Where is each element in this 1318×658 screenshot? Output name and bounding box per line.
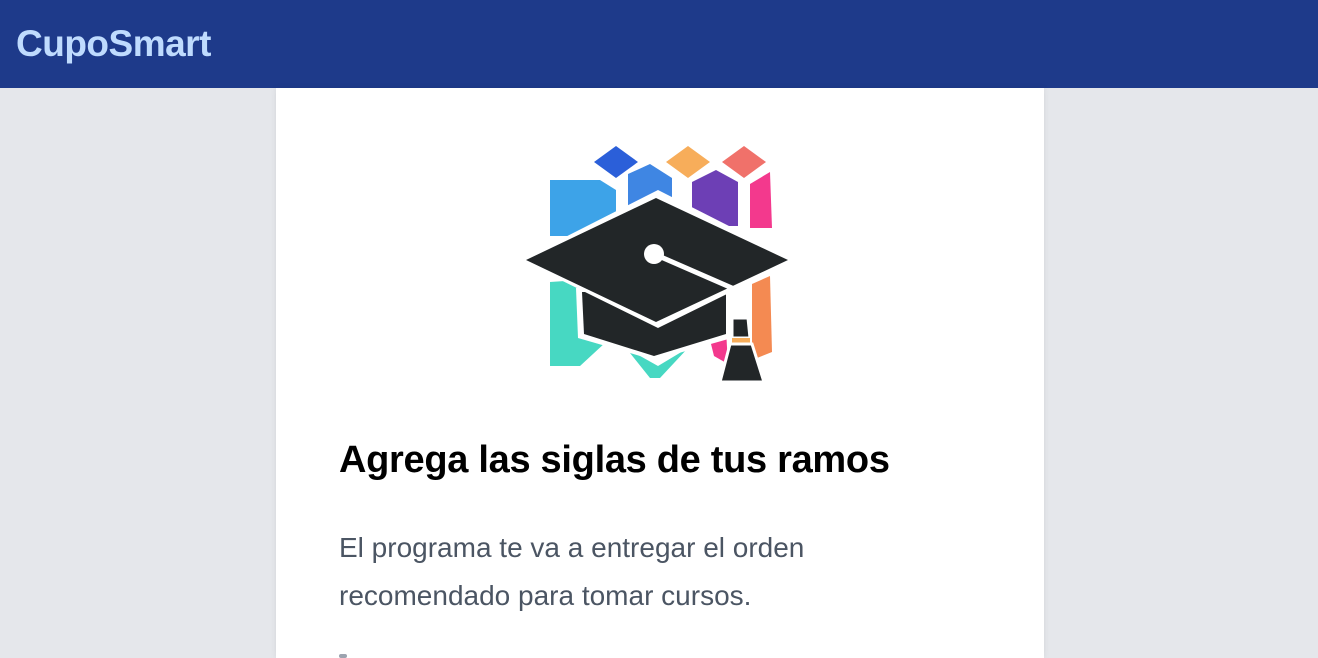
- top-navbar: CupoSmart: [0, 0, 1318, 88]
- brand-logo-text[interactable]: CupoSmart: [16, 22, 211, 66]
- page-description: El programa te va a entregar el orden re…: [339, 524, 939, 620]
- page-title: Agrega las siglas de tus ramos: [339, 439, 890, 481]
- description-line-1: El programa te va a entregar el orden: [339, 532, 805, 563]
- graduation-cap-icon: [520, 146, 796, 384]
- main-card: Agrega las siglas de tus ramos El progra…: [276, 88, 1044, 658]
- content-below-fold: [339, 654, 347, 658]
- description-line-2: recomendado para tomar cursos.: [339, 580, 752, 611]
